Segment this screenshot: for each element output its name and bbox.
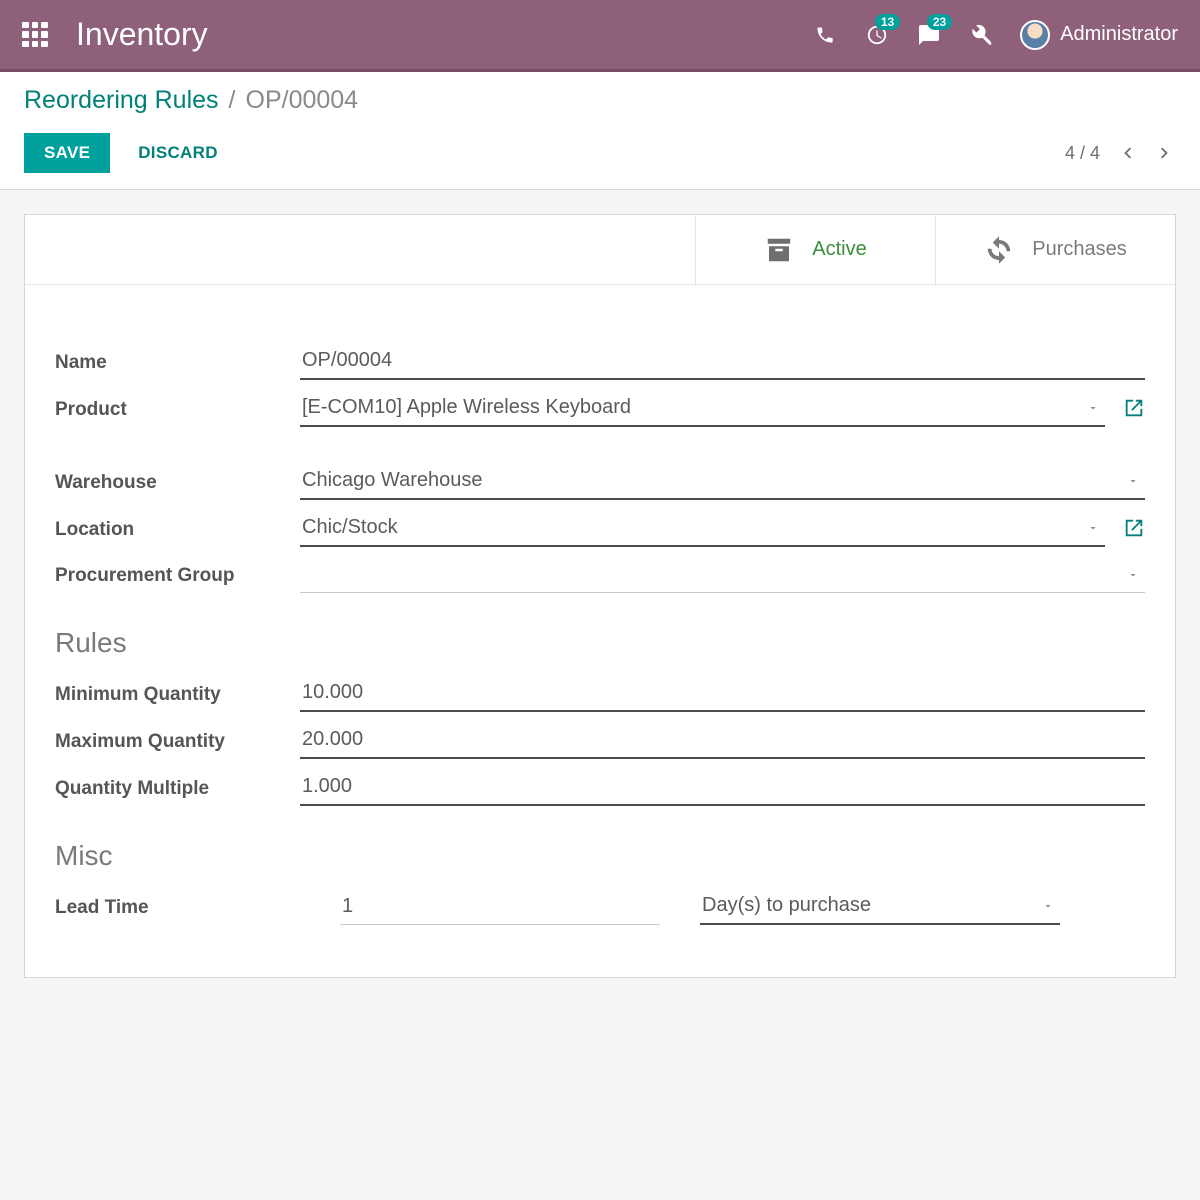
active-label: Active	[812, 238, 866, 261]
breadcrumb-current: OP/00004	[246, 86, 359, 115]
label-qty-multiple: Quantity Multiple	[55, 778, 300, 800]
name-field[interactable]	[300, 345, 1145, 380]
discard-button[interactable]: DISCARD	[138, 143, 218, 163]
stat-spacer	[25, 215, 695, 284]
external-link-icon[interactable]	[1123, 397, 1145, 423]
user-name: Administrator	[1060, 23, 1178, 46]
purchases-button[interactable]: Purchases	[935, 215, 1175, 284]
active-toggle[interactable]: Active	[695, 215, 935, 284]
user-menu[interactable]: Administrator	[1020, 20, 1178, 50]
location-field[interactable]	[300, 512, 1105, 547]
form-body: Name Product Warehouse Location	[25, 285, 1175, 977]
external-link-icon[interactable]	[1123, 517, 1145, 543]
breadcrumb-separator: /	[229, 86, 236, 115]
label-location: Location	[55, 519, 300, 541]
pager-next[interactable]	[1154, 142, 1176, 164]
stat-button-box: Active Purchases	[25, 215, 1175, 285]
messages-icon[interactable]: 23	[916, 22, 942, 48]
app-title: Inventory	[76, 16, 208, 53]
activities-badge: 13	[875, 14, 900, 30]
min-qty-field[interactable]	[300, 677, 1145, 712]
form-sheet: Active Purchases Name Product Wareh	[24, 214, 1176, 978]
label-name: Name	[55, 352, 300, 374]
phone-icon[interactable]	[812, 22, 838, 48]
label-max-qty: Maximum Quantity	[55, 731, 300, 753]
refresh-icon	[984, 235, 1014, 265]
max-qty-field[interactable]	[300, 724, 1145, 759]
pager: 4 / 4	[1065, 142, 1176, 164]
lead-time-type-field[interactable]	[700, 890, 1060, 925]
apps-menu-icon[interactable]	[22, 22, 48, 48]
navbar-right: 13 23 Administrator	[812, 20, 1178, 50]
warehouse-field[interactable]	[300, 465, 1145, 500]
archive-icon	[764, 235, 794, 265]
section-rules: Rules	[55, 627, 1145, 659]
avatar	[1020, 20, 1050, 50]
messages-badge: 23	[927, 14, 952, 30]
label-lead-time: Lead Time	[55, 897, 300, 919]
lead-time-value-field[interactable]	[340, 891, 660, 925]
settings-tool-icon[interactable]	[968, 22, 994, 48]
purchases-label: Purchases	[1032, 238, 1127, 261]
qty-multiple-field[interactable]	[300, 771, 1145, 806]
label-min-qty: Minimum Quantity	[55, 684, 300, 706]
save-button[interactable]: SAVE	[24, 133, 110, 173]
label-procurement-group: Procurement Group	[55, 565, 300, 587]
activities-icon[interactable]: 13	[864, 22, 890, 48]
label-warehouse: Warehouse	[55, 472, 300, 494]
pager-position: 4 / 4	[1065, 143, 1100, 164]
label-product: Product	[55, 399, 300, 421]
procurement-group-field[interactable]	[300, 559, 1145, 593]
section-misc: Misc	[55, 840, 1145, 872]
top-navbar: Inventory 13 23 Administrator	[0, 0, 1200, 72]
pager-prev[interactable]	[1116, 142, 1138, 164]
product-field[interactable]	[300, 392, 1105, 427]
breadcrumb: Reordering Rules / OP/00004	[24, 86, 1176, 115]
breadcrumb-parent[interactable]: Reordering Rules	[24, 86, 219, 115]
control-panel: Reordering Rules / OP/00004 SAVE DISCARD…	[0, 72, 1200, 190]
